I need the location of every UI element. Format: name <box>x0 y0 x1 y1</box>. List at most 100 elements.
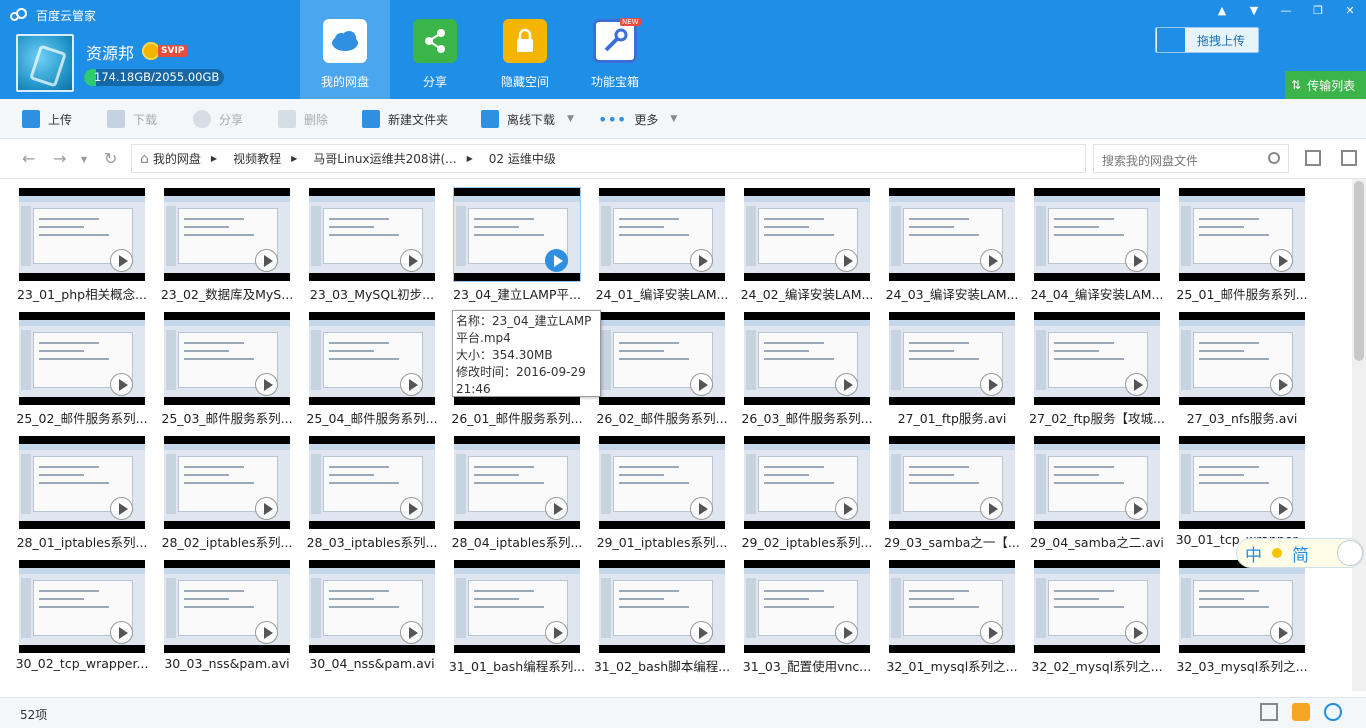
video-thumbnail[interactable] <box>1034 188 1160 281</box>
file-tile[interactable]: 23_02_数据库及MyS... <box>161 179 293 302</box>
file-name[interactable]: 29_02_iptables系列... <box>736 532 878 551</box>
video-thumbnail[interactable] <box>1034 312 1160 405</box>
menu-icon[interactable]: ▼ <box>1238 0 1270 22</box>
play-icon[interactable] <box>690 621 713 644</box>
video-thumbnail[interactable] <box>309 436 435 529</box>
file-name[interactable]: 26_02_邮件服务系列... <box>591 408 733 427</box>
share-circle-icon[interactable] <box>1324 703 1342 721</box>
more-button[interactable]: ••• 更多 ▼ <box>598 99 677 139</box>
video-thumbnail[interactable] <box>19 312 145 405</box>
file-tile[interactable]: 23_04_建立LAMP平... <box>453 179 581 302</box>
tab-hidden-space[interactable]: 隐藏空间 <box>480 0 570 99</box>
play-icon[interactable] <box>400 373 423 396</box>
play-icon[interactable] <box>835 497 858 520</box>
file-tile[interactable]: 31_03_配置使用vnc... <box>743 551 871 674</box>
play-icon[interactable] <box>1270 497 1293 520</box>
forward-arrow-icon[interactable]: → <box>53 149 66 168</box>
play-icon[interactable] <box>545 621 568 644</box>
play-icon[interactable] <box>1270 373 1293 396</box>
file-name[interactable]: 28_03_iptables系列... <box>301 532 443 551</box>
file-tile[interactable]: 29_01_iptables系列... <box>597 427 727 550</box>
video-thumbnail[interactable] <box>164 436 290 529</box>
file-tile[interactable]: 31_02_bash脚本编程... <box>594 551 730 674</box>
maximize-icon[interactable]: ❐ <box>1302 0 1334 22</box>
file-name[interactable]: 27_02_ftp服务【攻城... <box>1026 408 1168 427</box>
video-thumbnail[interactable] <box>889 436 1015 529</box>
play-icon[interactable] <box>255 249 278 272</box>
video-thumbnail[interactable] <box>454 560 580 653</box>
file-tile[interactable]: 32_02_mysql系列之... <box>1031 551 1163 674</box>
video-thumbnail[interactable] <box>19 188 145 281</box>
file-tile[interactable]: 25_01_邮件服务系列... <box>1176 179 1308 302</box>
file-name[interactable]: 32_02_mysql系列之... <box>1026 656 1168 675</box>
breadcrumb-item-current[interactable]: 02 运维中级 <box>481 150 564 167</box>
grid-view-icon[interactable] <box>1341 150 1357 166</box>
file-name[interactable]: 25_01_邮件服务系列... <box>1171 284 1313 303</box>
video-thumbnail[interactable] <box>599 436 725 529</box>
file-name[interactable]: 23_02_数据库及MyS... <box>156 284 298 303</box>
avatar[interactable] <box>16 34 74 92</box>
file-name[interactable]: 32_03_mysql系列之... <box>1171 656 1313 675</box>
file-tile[interactable]: 25_03_邮件服务系列... <box>161 303 293 426</box>
file-name[interactable]: 27_01_ftp服务.avi <box>881 408 1023 427</box>
video-thumbnail[interactable] <box>744 560 870 653</box>
video-thumbnail[interactable] <box>164 312 290 405</box>
play-icon[interactable] <box>1270 249 1293 272</box>
file-name[interactable]: 31_02_bash脚本编程... <box>591 656 733 675</box>
video-thumbnail[interactable] <box>164 188 290 281</box>
file-tile[interactable]: 24_03_编译安装LAM... <box>886 179 1018 302</box>
back-arrow-icon[interactable]: ← <box>22 149 35 168</box>
video-thumbnail[interactable] <box>19 436 145 529</box>
file-name[interactable]: 30_02_tcp_wrapper... <box>11 656 153 671</box>
file-tile[interactable]: 28_02_iptables系列... <box>162 427 292 550</box>
file-name[interactable]: 30_03_nss&pam.avi <box>156 656 298 671</box>
video-thumbnail[interactable] <box>309 560 435 653</box>
file-tile[interactable]: 30_03_nss&pam.avi <box>164 551 290 671</box>
list-view-icon[interactable] <box>1305 150 1321 166</box>
file-tile[interactable]: 28_03_iptables系列... <box>307 427 437 550</box>
transfer-list-button[interactable]: ⇅ 传输列表 <box>1285 71 1366 99</box>
file-name[interactable]: 25_04_邮件服务系列... <box>301 408 443 427</box>
file-name[interactable]: 28_02_iptables系列... <box>156 532 298 551</box>
file-name[interactable]: 30_04_nss&pam.avi <box>301 656 443 671</box>
grid-view-icon[interactable] <box>1260 703 1278 721</box>
file-name[interactable]: 23_04_建立LAMP平... <box>446 284 588 303</box>
username[interactable]: 资源邦 <box>86 40 134 64</box>
file-name[interactable]: 23_01_php相关概念... <box>11 284 153 303</box>
play-icon[interactable] <box>545 497 568 520</box>
search-icon[interactable] <box>1268 152 1280 164</box>
file-name[interactable]: 25_03_邮件服务系列... <box>156 408 298 427</box>
video-thumbnail[interactable] <box>744 188 870 281</box>
play-icon[interactable] <box>400 621 423 644</box>
ime-language[interactable]: 中 <box>1245 541 1262 566</box>
ime-settings-icon[interactable] <box>1337 540 1363 566</box>
video-thumbnail[interactable] <box>454 436 580 529</box>
video-thumbnail[interactable] <box>309 188 435 281</box>
play-icon[interactable] <box>255 621 278 644</box>
breadcrumb-item[interactable]: 马哥Linux运维共208讲(... ▶ <box>305 150 481 167</box>
file-name[interactable]: 24_04_编译安装LAM... <box>1026 284 1168 303</box>
file-tile[interactable]: 32_01_mysql系列之... <box>886 551 1018 674</box>
file-tile[interactable]: 29_03_samba之一【... <box>884 427 1020 550</box>
close-icon[interactable]: ✕ <box>1334 0 1366 22</box>
play-icon[interactable] <box>1125 373 1148 396</box>
bell-icon[interactable]: ▲ <box>1206 0 1238 22</box>
play-icon[interactable] <box>835 373 858 396</box>
play-icon[interactable] <box>255 497 278 520</box>
video-thumbnail[interactable] <box>164 560 290 653</box>
file-tile[interactable]: 31_01_bash编程系列... <box>449 551 585 674</box>
video-thumbnail[interactable] <box>599 560 725 653</box>
video-thumbnail[interactable] <box>1179 312 1305 405</box>
file-tile[interactable]: 25_04_邮件服务系列... <box>306 303 438 426</box>
play-icon[interactable] <box>110 621 133 644</box>
file-tile[interactable]: 28_04_iptables系列... <box>452 427 582 550</box>
play-icon[interactable] <box>400 497 423 520</box>
play-icon[interactable] <box>110 249 133 272</box>
file-name[interactable]: 29_04_samba之二.avi <box>1026 532 1168 551</box>
video-thumbnail[interactable] <box>599 312 725 405</box>
file-tile[interactable]: 30_02_tcp_wrapper... <box>16 551 148 671</box>
play-icon[interactable] <box>400 249 423 272</box>
play-icon[interactable] <box>980 621 1003 644</box>
video-thumbnail[interactable] <box>889 312 1015 405</box>
tab-my-drive[interactable]: 我的网盘 <box>300 0 390 99</box>
